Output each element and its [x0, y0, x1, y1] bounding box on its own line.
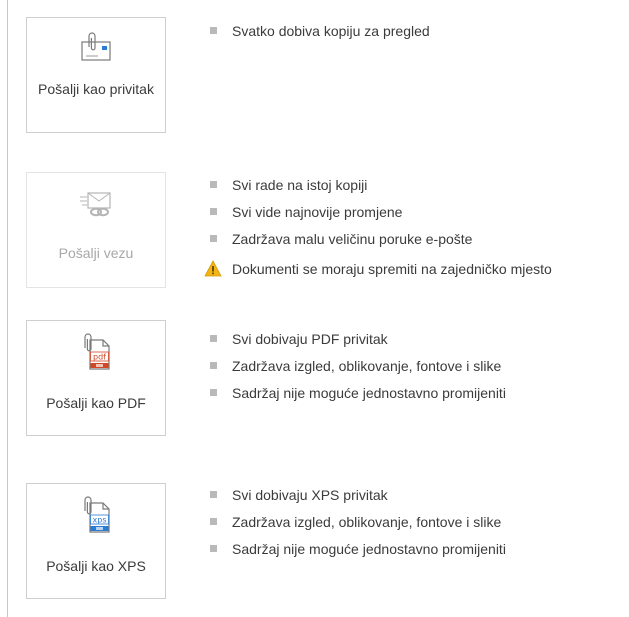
pdf-icon-text: pdf: [93, 353, 106, 362]
bullet-square-icon: [210, 335, 217, 342]
attachment-envelope-icon: [81, 32, 111, 61]
link-bullet-list: Svi rade na istoj kopiji Svi vide najnov…: [204, 176, 552, 287]
send-as-pdf-button[interactable]: pdf Pošalji kao PDF: [26, 320, 166, 436]
bullet-item: Sadržaj nije moguće jednostavno promijen…: [208, 540, 506, 567]
bullet-square-icon: [210, 518, 217, 525]
warning-icon: [204, 260, 222, 277]
bullet-item: Zadržava izgled, oblikovanje, fontove i …: [208, 357, 506, 384]
send-as-attachment-label: Pošalji kao privitak: [38, 81, 154, 97]
bullet-item: Svi dobivaju PDF privitak: [208, 330, 506, 357]
panel-left-border: [7, 0, 8, 617]
bullet-square-icon: [210, 389, 217, 396]
bullet-item: Zadržava izgled, oblikovanje, fontove i …: [208, 513, 506, 540]
send-as-xps-button[interactable]: xps Pošalji kao XPS: [26, 483, 166, 599]
xps-icon-text: xps: [93, 516, 107, 525]
bullet-square-icon: [210, 181, 217, 188]
bullet-square-icon: [210, 491, 217, 498]
send-as-xps-label: Pošalji kao XPS: [46, 558, 146, 574]
xps-bullet-list: Svi dobivaju XPS privitak Zadržava izgle…: [208, 486, 506, 567]
bullet-item: Sadržaj nije moguće jednostavno promijen…: [208, 384, 506, 411]
bullet-square-icon: [210, 208, 217, 215]
bullet-item: Zadržava malu veličinu poruke e-pošte: [208, 230, 552, 257]
bullet-square-icon: [210, 235, 217, 242]
send-link-label: Pošalji vezu: [58, 245, 134, 261]
send-as-pdf-label: Pošalji kao PDF: [46, 395, 146, 411]
send-as-attachment-button[interactable]: Pošalji kao privitak: [26, 17, 166, 133]
bullet-square-icon: [210, 545, 217, 552]
bullet-item: Svi vide najnovije promjene: [208, 203, 552, 230]
attachment-bullet-list: Svatko dobiva kopiju za pregled: [208, 22, 430, 49]
xps-file-icon: xps: [84, 496, 110, 533]
bullet-item: Svatko dobiva kopiju za pregled: [208, 22, 430, 49]
bullet-square-icon: [210, 362, 217, 369]
link-envelope-icon: [80, 192, 111, 217]
pdf-bullet-list: Svi dobivaju PDF privitak Zadržava izgle…: [208, 330, 506, 411]
send-link-button[interactable]: Pošalji vezu: [26, 172, 166, 288]
bullet-square-icon: [210, 27, 217, 34]
bullet-item: Svi rade na istoj kopiji: [208, 176, 552, 203]
bullet-item: Svi dobivaju XPS privitak: [208, 486, 506, 513]
pdf-file-icon: pdf: [84, 333, 110, 370]
warning-item: Dokumenti se moraju spremiti na zajednič…: [204, 260, 552, 287]
